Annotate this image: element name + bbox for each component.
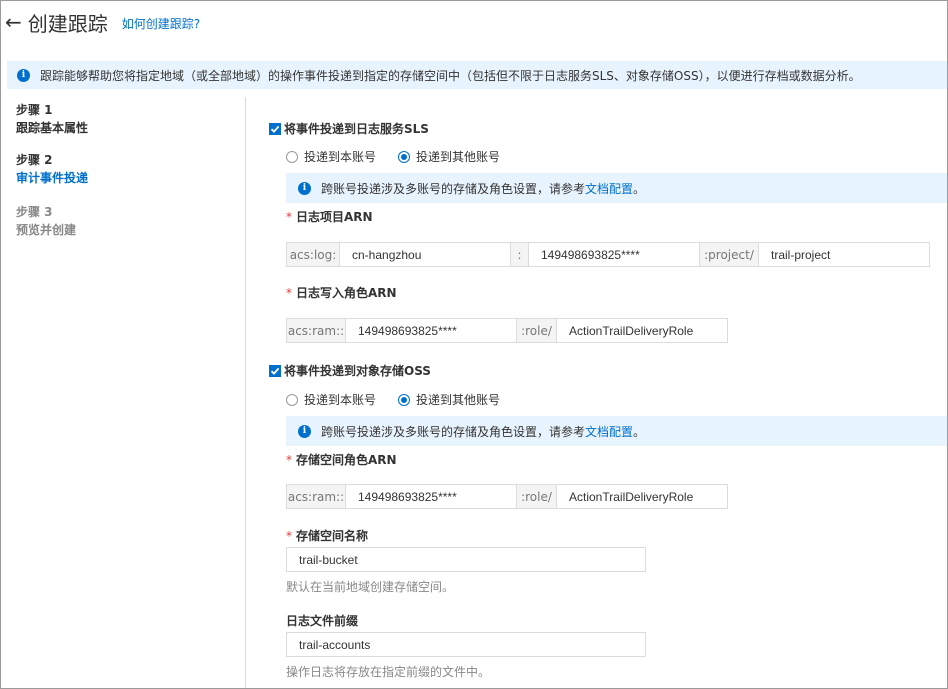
page-header: ← 创建跟踪 如何创建跟踪?	[5, 7, 200, 37]
step-number: 步骤 3	[16, 205, 53, 219]
step-3[interactable]: 步骤 3 预览并创建	[16, 203, 236, 239]
bucket-name-input[interactable]: trail-bucket	[286, 547, 646, 572]
docs-config-link[interactable]: 文档配置	[585, 182, 633, 196]
oss-checkbox-label: 将事件投递到对象存储OSS	[284, 364, 431, 378]
role-prefix-addon: :role/	[516, 484, 557, 509]
role-prefix-addon: :role/	[516, 318, 557, 343]
check-icon	[270, 125, 280, 133]
radio-button-checked[interactable]	[398, 393, 411, 406]
notice-text: 跨账号投递涉及多账号的存储及角色设置，请参考文档配置。	[321, 181, 646, 196]
help-link[interactable]: 如何创建跟踪?	[122, 15, 200, 32]
arn-separator-addon: :	[510, 242, 529, 267]
arn-prefix-addon: acs:ram::	[286, 318, 346, 343]
account-id-input[interactable]: 149498693825****	[345, 318, 517, 343]
vertical-divider	[245, 97, 246, 688]
step-number: 步骤 2	[16, 153, 53, 167]
sls-checkbox[interactable]	[269, 122, 281, 135]
oss-role-arn-field: acs:ram:: 149498693825**** :role/ Action…	[286, 484, 728, 509]
sls-project-arn-field: acs:log: cn-hangzhou : 149498693825**** …	[286, 242, 930, 267]
info-icon: i	[17, 68, 30, 82]
info-banner-text: 跟踪能够帮助您将指定地域（或全部地域）的操作事件投递到指定的存储空间中（包括但不…	[40, 68, 861, 83]
sls-notice: i 跨账号投递涉及多账号的存储及角色设置，请参考文档配置。	[286, 173, 947, 203]
sls-radio-self[interactable]: 投递到本账号	[286, 148, 376, 165]
account-id-input[interactable]: 149498693825****	[345, 484, 517, 509]
region-input[interactable]: cn-hangzhou	[339, 242, 511, 267]
oss-checkbox[interactable]	[269, 364, 281, 377]
oss-radio-self[interactable]: 投递到本账号	[286, 391, 376, 408]
info-banner: i 跟踪能够帮助您将指定地域（或全部地域）的操作事件投递到指定的存储空间中（包括…	[7, 61, 947, 89]
role-name-input[interactable]: ActionTrailDeliveryRole	[556, 318, 728, 343]
sls-project-arn-label: * 日志项目ARN	[286, 210, 373, 224]
role-name-input[interactable]: ActionTrailDeliveryRole	[556, 484, 728, 509]
step-1[interactable]: 步骤 1 跟踪基本属性	[16, 101, 236, 137]
log-prefix-label: 日志文件前缀	[286, 614, 359, 628]
sls-radio-other[interactable]: 投递到其他账号	[398, 148, 500, 165]
check-icon	[270, 367, 280, 375]
oss-radio-group: 投递到本账号 投递到其他账号	[286, 391, 522, 408]
info-icon: i	[298, 181, 311, 195]
step-name: 审计事件投递	[16, 171, 89, 185]
page-title: 创建跟踪	[27, 11, 108, 36]
oss-notice: i 跨账号投递涉及多账号的存储及角色设置，请参考文档配置。	[286, 416, 947, 446]
bucket-name-label: * 存储空间名称	[286, 529, 369, 543]
sls-checkbox-label: 将事件投递到日志服务SLS	[284, 122, 429, 136]
oss-checkbox-row[interactable]: 将事件投递到对象存储OSS	[269, 362, 431, 379]
radio-label: 投递到其他账号	[416, 150, 501, 164]
page-frame: ← 创建跟踪 如何创建跟踪? i 跟踪能够帮助您将指定地域（或全部地域）的操作事…	[0, 0, 948, 689]
step-number: 步骤 1	[16, 103, 53, 117]
oss-radio-other[interactable]: 投递到其他账号	[398, 391, 500, 408]
log-prefix-hint: 操作日志将存放在指定前缀的文件中。	[286, 665, 491, 679]
step-name: 预览并创建	[16, 223, 77, 237]
docs-config-link[interactable]: 文档配置	[585, 425, 633, 439]
radio-button-checked[interactable]	[398, 150, 411, 163]
arn-prefix-addon: acs:log:	[286, 242, 340, 267]
oss-role-arn-label: * 存储空间角色ARN	[286, 453, 397, 467]
radio-button[interactable]	[286, 393, 298, 406]
info-icon: i	[298, 424, 311, 438]
radio-label: 投递到本账号	[304, 393, 377, 407]
sls-role-arn-label: * 日志写入角色ARN	[286, 286, 397, 300]
notice-text: 跨账号投递涉及多账号的存储及角色设置，请参考文档配置。	[321, 424, 646, 439]
step-name: 跟踪基本属性	[16, 121, 89, 135]
step-nav: 步骤 1 跟踪基本属性 步骤 2 审计事件投递 步骤 3 预览并创建	[16, 101, 236, 253]
radio-label: 投递到其他账号	[416, 393, 501, 407]
sls-checkbox-row[interactable]: 将事件投递到日志服务SLS	[269, 120, 429, 137]
sls-role-arn-field: acs:ram:: 149498693825**** :role/ Action…	[286, 318, 728, 343]
sls-radio-group: 投递到本账号 投递到其他账号	[286, 148, 522, 165]
arn-prefix-addon: acs:ram::	[286, 484, 346, 509]
project-name-input[interactable]: trail-project	[758, 242, 930, 267]
back-arrow-icon[interactable]: ←	[5, 12, 22, 32]
radio-label: 投递到本账号	[304, 150, 377, 164]
project-prefix-addon: :project/	[699, 242, 759, 267]
log-prefix-input[interactable]: trail-accounts	[286, 632, 646, 657]
account-id-input[interactable]: 149498693825****	[528, 242, 700, 267]
step-2[interactable]: 步骤 2 审计事件投递	[16, 151, 236, 187]
bucket-name-hint: 默认在当前地域创建存储空间。	[286, 580, 455, 594]
radio-button[interactable]	[286, 150, 298, 163]
